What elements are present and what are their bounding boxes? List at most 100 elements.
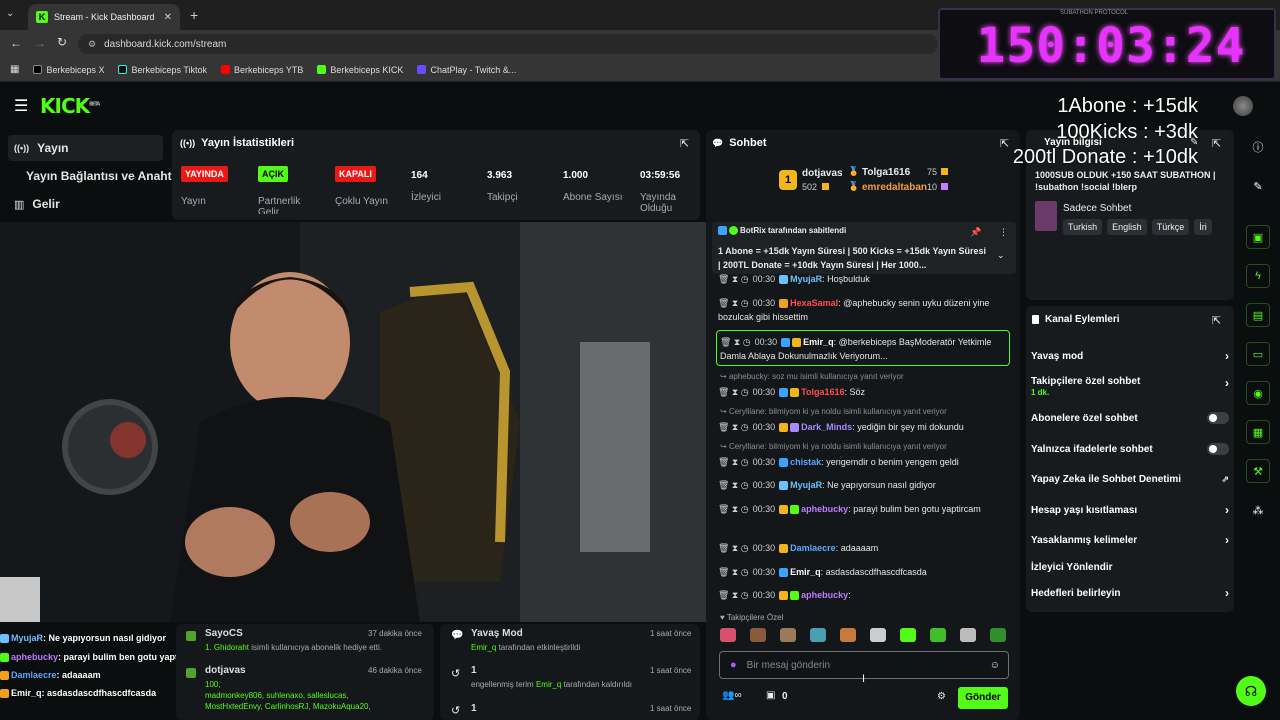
emote-icon[interactable] (720, 628, 736, 642)
emote-icon[interactable] (750, 628, 766, 642)
back-icon[interactable]: ← (10, 36, 22, 50)
tag[interactable]: İri (1194, 219, 1212, 235)
msg-user[interactable]: Dark_Minds (801, 422, 852, 432)
emote-icon[interactable] (930, 628, 946, 642)
new-tab-icon[interactable]: + (190, 7, 198, 23)
bookmark-chatplay[interactable]: ChatPlay - Twitch &... (417, 65, 516, 75)
emote-icon[interactable] (870, 628, 886, 642)
lightning-icon[interactable]: ϟ (1246, 264, 1270, 288)
action-followers-only[interactable]: Takipçilere özel sohbet 1 dk. › (1031, 376, 1229, 400)
action-banned-words[interactable]: Yasaklanmış kelimeler › (1031, 530, 1229, 550)
send-button[interactable]: Gönder (958, 687, 1008, 709)
popout-icon[interactable]: ⇱ (1000, 137, 1009, 150)
bookmark-tiktok[interactable]: Berkebiceps Tiktok (118, 65, 207, 75)
emote-icon[interactable] (960, 628, 976, 642)
action-subscribers-only[interactable]: Abonelere özel sohbet (1031, 408, 1229, 428)
wrench-icon[interactable]: ⚒ (1246, 459, 1270, 483)
apps-icon[interactable]: ▦ (10, 64, 19, 75)
pin-icon[interactable]: 📌 (970, 227, 981, 238)
chat-message[interactable]: 🗑 ⧗ ◷ 00:30 Tolga1616: Söz (718, 385, 1012, 399)
browser-tab[interactable]: K Stream - Kick Dashboard ✕ (28, 4, 180, 30)
msg-user[interactable]: aphebucky (801, 590, 848, 600)
action-goals[interactable]: Hedefleri belirleyin › (1031, 583, 1229, 603)
msg-user[interactable]: Damlaecre (790, 543, 836, 553)
msg-user[interactable]: HexaSamal (790, 298, 838, 308)
bookmark-youtube[interactable]: Berkebiceps YTB (221, 65, 303, 75)
popout-icon[interactable]: ⇱ (680, 137, 689, 150)
action-ai-moderation[interactable]: Yapay Zeka ile Sohbet Denetimi ⇗ (1031, 469, 1229, 489)
support-icon[interactable]: ☊ (1236, 676, 1266, 706)
msg-user[interactable]: MyujaR (790, 274, 822, 284)
storage-icon[interactable]: ▦ (1246, 420, 1270, 444)
chat-icon[interactable]: ▭ (1246, 342, 1270, 366)
popout-icon[interactable]: ⇱ (1212, 137, 1221, 150)
forward-icon[interactable]: → (34, 36, 46, 50)
toggle-switch[interactable] (1207, 412, 1229, 424)
close-tab-icon[interactable]: ✕ (164, 12, 172, 23)
action-slow-mode[interactable]: Yavaş mod › (1031, 346, 1229, 366)
more-icon[interactable]: ⋮ (999, 227, 1008, 238)
pen-icon[interactable]: ✎ (1246, 174, 1270, 198)
emote-icon[interactable] (840, 628, 856, 642)
emote-icon[interactable] (810, 628, 826, 642)
action-raid[interactable]: İzleyici Yönlendir (1031, 557, 1229, 577)
chat-message[interactable]: 🗑 ⧗ ◷ 00:30 Emir_q: @berkebiceps BaşModera… (720, 335, 1014, 363)
document-icon[interactable]: ▤ (1246, 303, 1270, 327)
url-field[interactable]: ⚙ dashboard.kick.com/stream (78, 34, 938, 54)
msg-user[interactable]: Emir_q (803, 337, 834, 347)
tag[interactable]: English (1107, 219, 1147, 235)
leader-name[interactable]: Tolga1616 (862, 167, 910, 178)
chat-message[interactable]: 🗑 ⧗ ◷ 00:30 MyujaR: Ne yapıyorsun nasıl gi… (718, 478, 1012, 492)
avatar[interactable] (1233, 96, 1253, 116)
bookmark-kick[interactable]: Berkebiceps KICK (317, 65, 403, 75)
action-account-age[interactable]: Hesap yaşı kısıtlaması › (1031, 500, 1229, 520)
sidebar-item-stream-key[interactable]: Yayın Bağlantısı ve Anahtarı (8, 163, 186, 189)
msg-user[interactable]: Emir_q (790, 567, 821, 577)
chat-message[interactable]: 🗑 ⧗ ◷ 00:30 Emir_q: asdasdascdfhascdfcasda (718, 565, 1012, 579)
chevron-down-icon[interactable]: ⌄ (997, 250, 1005, 261)
broadcast-icon[interactable]: ◉ (1246, 381, 1270, 405)
tab-list-icon[interactable]: ⌄ (6, 8, 20, 22)
action-emotes-only[interactable]: Yalnızca ifadelerle sohbet (1031, 439, 1229, 459)
emote-icon[interactable] (780, 628, 796, 642)
leader-name[interactable]: emredaltaban (862, 182, 927, 193)
gear-icon[interactable]: ⚙ (937, 691, 946, 702)
menu-icon[interactable]: ☰ (14, 96, 28, 116)
chat-message[interactable]: 🗑 ⧗ ◷ 00:30 aphebucky: (718, 588, 1012, 602)
leader-name[interactable]: dotjavas (802, 168, 843, 179)
site-info-icon[interactable]: ⚙ (88, 39, 96, 50)
info-icon[interactable]: ⓘ (1246, 135, 1270, 159)
chevron-right-icon: › (1225, 376, 1229, 390)
stream-category[interactable]: Sadece Sohbet (1063, 203, 1131, 214)
sidebar-item-yayin[interactable]: ((•)) Yayın (8, 135, 163, 161)
chat-message[interactable]: 🗑 ⧗ ◷ 00:30 Dark_Minds: yediğin bir şey mi… (718, 420, 1012, 434)
users-icon[interactable]: 👥∞ (722, 690, 742, 701)
chat-message[interactable]: 🗑 ⧗ ◷ 00:30 HexaSamal: @aphebucky senin uy… (718, 296, 1012, 324)
toggle-switch[interactable] (1207, 443, 1229, 455)
chat-message[interactable]: 🗑 ⧗ ◷ 00:30 aphebucky: parayi bulim ben go… (718, 502, 1012, 516)
emote-icon[interactable] (990, 628, 1006, 642)
popout-icon[interactable]: ⇱ (1212, 314, 1221, 327)
chat-message[interactable]: 🗑 ⧗ ◷ 00:30 Damlaecre: adaaaam (718, 541, 1012, 555)
msg-user[interactable]: MyujaR (790, 480, 822, 490)
chevron-right-icon: › (1225, 533, 1229, 547)
sidebar-item-gelir[interactable]: ▥ Gelir (8, 191, 163, 217)
msg-user[interactable]: Tolga1616 (801, 387, 844, 397)
kick-logo[interactable]: KICKBETA (40, 94, 100, 118)
bookmark-x[interactable]: Berkebiceps X (33, 65, 104, 75)
tag[interactable]: Türkçe (1151, 219, 1190, 235)
msg-user[interactable]: chistak (790, 457, 821, 467)
emote-icon[interactable] (900, 628, 916, 642)
followers-only-indicator: ♥ Takipçilere Özel (720, 613, 784, 622)
mic-icon[interactable]: ● (730, 659, 737, 671)
reload-icon[interactable]: ↻ (57, 35, 67, 49)
gift-icon[interactable]: ▣ (766, 690, 775, 701)
chat-message[interactable]: 🗑 ⧗ ◷ 00:30 chistak: yengemdir o benim yen… (718, 455, 1012, 469)
tag[interactable]: Turkish (1063, 219, 1103, 235)
chat-message[interactable]: 🗑 ⧗ ◷ 00:30 MyujaR: Hoşbulduk (718, 272, 1012, 286)
msg-user[interactable]: aphebucky (801, 504, 848, 514)
screen-icon[interactable]: ▣ (1246, 225, 1270, 249)
emoji-icon[interactable]: ☺ (990, 660, 1000, 671)
badge-icon (779, 481, 789, 491)
apps-icon[interactable]: ⁂ (1246, 498, 1270, 522)
